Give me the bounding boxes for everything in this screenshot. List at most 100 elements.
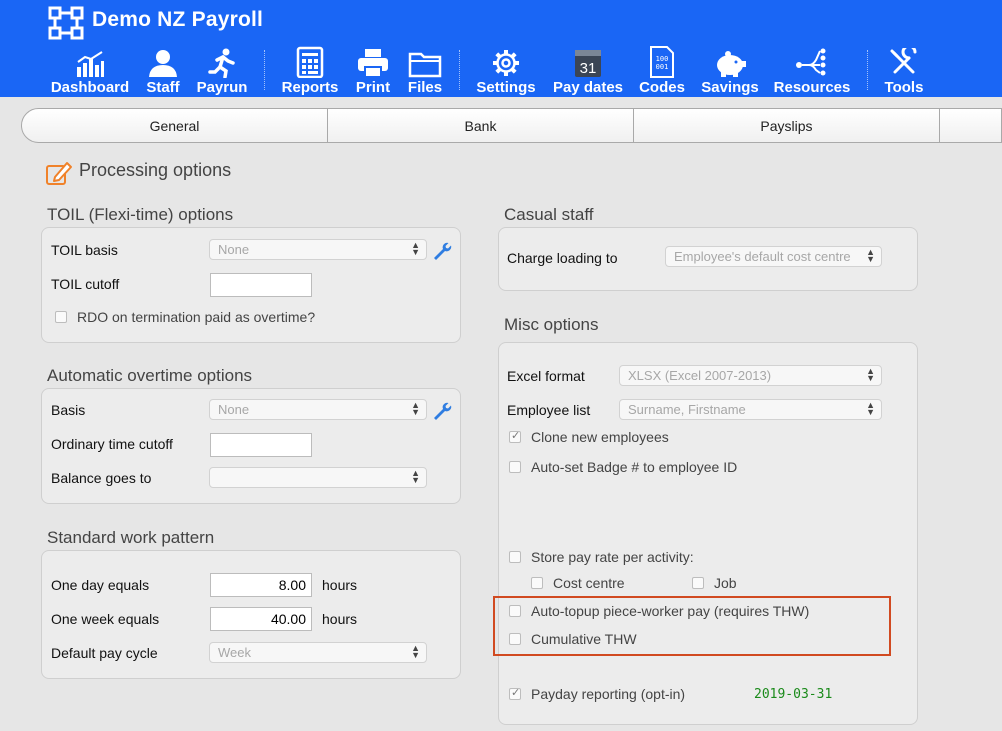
- toolbar-label: Pay dates: [552, 79, 624, 96]
- piggy-bank-icon: [717, 51, 746, 77]
- balance-goes-to-label: Balance goes to: [51, 470, 152, 486]
- reports-icon: [296, 46, 324, 78]
- rdo-overtime-checkbox[interactable]: RDO on termination paid as overtime?: [55, 309, 315, 325]
- dashboard-icon: [77, 51, 104, 77]
- toil-section-title: TOIL (Flexi-time) options: [47, 205, 234, 224]
- clone-employees-checkbox[interactable]: Clone new employees: [509, 429, 669, 445]
- cost-centre-checkbox[interactable]: Cost centre: [531, 575, 625, 591]
- toolbar-label: Savings: [701, 79, 759, 96]
- toolbar-label: Resources: [773, 79, 851, 96]
- payday-reporting-label: Payday reporting (opt-in): [531, 686, 686, 702]
- overtime-basis-select[interactable]: None ▲ ▼: [209, 399, 427, 420]
- ordinary-time-cutoff-label: Ordinary time cutoff: [51, 436, 173, 452]
- charge-loading-select[interactable]: Employee's default cost centre ▲ ▼: [665, 246, 882, 267]
- rdo-overtime-label: RDO on termination paid as overtime?: [77, 309, 316, 325]
- toolbar-label: Codes: [639, 79, 685, 96]
- codes-icon: 100001: [650, 46, 674, 78]
- toolbar-staff-button[interactable]: Staff: [142, 44, 184, 96]
- toolbar-tools-button[interactable]: Tools: [882, 44, 926, 96]
- toolbar-codes-button[interactable]: 100 001 Codes: [638, 44, 686, 96]
- staff-icon: [149, 50, 177, 77]
- payday-reporting-date: 2019-03-31: [754, 687, 833, 702]
- clone-employees-label: Clone new employees: [531, 429, 669, 445]
- employee-list-select[interactable]: Surname, Firstname ▲ ▼: [619, 399, 882, 420]
- payrun-icon: [208, 48, 235, 78]
- select-arrows-icon: ▲ ▼: [411, 468, 420, 485]
- job-checkbox[interactable]: Job: [692, 575, 737, 591]
- toolbar-settings-button[interactable]: Settings: [474, 44, 538, 96]
- toolbar-payrun-button[interactable]: Payrun: [194, 44, 250, 96]
- toolbar-label: Settings: [476, 79, 536, 96]
- select-arrows-icon: ▲ ▼: [866, 247, 875, 264]
- charge-loading-value: Employee's default cost centre: [674, 249, 851, 264]
- toolbar-label: Payrun: [196, 79, 248, 96]
- tab-bank[interactable]: Bank: [328, 108, 634, 143]
- checkbox-box: [509, 429, 521, 443]
- codes-line-1: 100: [656, 55, 669, 63]
- resources-icon: [796, 48, 826, 76]
- app-header: Demo NZ Payroll Dashboard Staff Payrun R…: [0, 0, 1002, 97]
- app-logo-icon: [48, 6, 84, 40]
- excel-format-value: XLSX (Excel 2007-2013): [628, 368, 772, 383]
- auto-set-badge-checkbox[interactable]: Auto-set Badge # to employee ID: [509, 459, 737, 475]
- toil-basis-label: TOIL basis: [51, 242, 118, 258]
- charge-loading-label: Charge loading to: [507, 250, 618, 266]
- select-arrows-icon: ▲ ▼: [411, 400, 420, 417]
- toolbar-label: Tools: [884, 79, 924, 96]
- tools-icon: [890, 48, 917, 74]
- checkbox-box: [509, 551, 521, 563]
- toil-basis-select[interactable]: None ▲ ▼: [209, 239, 427, 260]
- excel-format-label: Excel format: [507, 368, 585, 384]
- highlight-box: [493, 596, 891, 656]
- toolbar-dashboard-button[interactable]: Dashboard: [50, 44, 130, 96]
- default-pay-cycle-label: Default pay cycle: [51, 645, 158, 661]
- toolbar-savings-button[interactable]: Savings: [700, 44, 760, 96]
- select-arrows-icon: ▲ ▼: [411, 240, 420, 257]
- checkbox-box: [531, 577, 543, 589]
- tab-payslips[interactable]: Payslips: [634, 108, 940, 143]
- one-week-input[interactable]: 40.00: [210, 607, 312, 631]
- folder-icon: [408, 52, 442, 78]
- store-pay-rate-label: Store pay rate per activity:: [531, 549, 694, 565]
- toil-basis-wrench-icon[interactable]: [432, 240, 452, 260]
- toolbar-print-button[interactable]: Print: [353, 44, 393, 96]
- toolbar-reports-button[interactable]: Reports: [280, 44, 340, 96]
- work-pattern-section-title: Standard work pattern: [47, 528, 215, 547]
- tab-more[interactable]: [940, 108, 1002, 143]
- calendar-day: 31: [580, 60, 597, 77]
- employee-list-value: Surname, Firstname: [628, 402, 746, 417]
- store-pay-rate-checkbox[interactable]: Store pay rate per activity:: [509, 549, 694, 565]
- overtime-basis-wrench-icon[interactable]: [432, 400, 452, 420]
- one-day-input[interactable]: 8.00: [210, 573, 312, 597]
- default-pay-cycle-select[interactable]: Week ▲ ▼: [209, 642, 427, 663]
- toolbar-label: Print: [355, 79, 391, 96]
- toolbar-separator: [264, 50, 265, 90]
- job-label: Job: [714, 575, 737, 591]
- toolbar-label: Files: [407, 79, 443, 96]
- toolbar-files-button[interactable]: Files: [405, 44, 445, 96]
- payday-reporting-checkbox[interactable]: Payday reporting (opt-in): [509, 686, 685, 702]
- default-pay-cycle-value: Week: [218, 645, 251, 660]
- casual-section-title: Casual staff: [504, 205, 594, 224]
- misc-section-title: Misc options: [504, 315, 599, 334]
- toil-cutoff-input[interactable]: [210, 273, 312, 297]
- tab-general[interactable]: General: [21, 108, 328, 143]
- one-week-unit: hours: [322, 611, 358, 627]
- codes-line-2: 001: [656, 63, 669, 71]
- balance-goes-to-select[interactable]: ▲ ▼: [209, 467, 427, 488]
- select-arrows-icon: ▲ ▼: [411, 643, 420, 660]
- ordinary-time-cutoff-input[interactable]: [210, 433, 312, 457]
- overtime-basis-value: None: [218, 402, 250, 417]
- calendar-icon: 31: [575, 50, 601, 77]
- checkbox-box: [692, 577, 704, 589]
- gear-icon: [493, 50, 519, 76]
- toolbar-resources-button[interactable]: Resources: [774, 44, 850, 96]
- overtime-basis-label: Basis: [51, 402, 86, 418]
- excel-format-select[interactable]: XLSX (Excel 2007-2013) ▲ ▼: [619, 365, 882, 386]
- toolbar-label: Reports: [281, 79, 339, 96]
- auto-set-badge-label: Auto-set Badge # to employee ID: [531, 459, 738, 475]
- overtime-section-title: Automatic overtime options: [47, 366, 253, 385]
- toolbar-label: Dashboard: [50, 79, 130, 96]
- toolbar-label: Staff: [146, 79, 180, 96]
- toolbar-pay-dates-button[interactable]: 31 Pay dates: [550, 44, 626, 96]
